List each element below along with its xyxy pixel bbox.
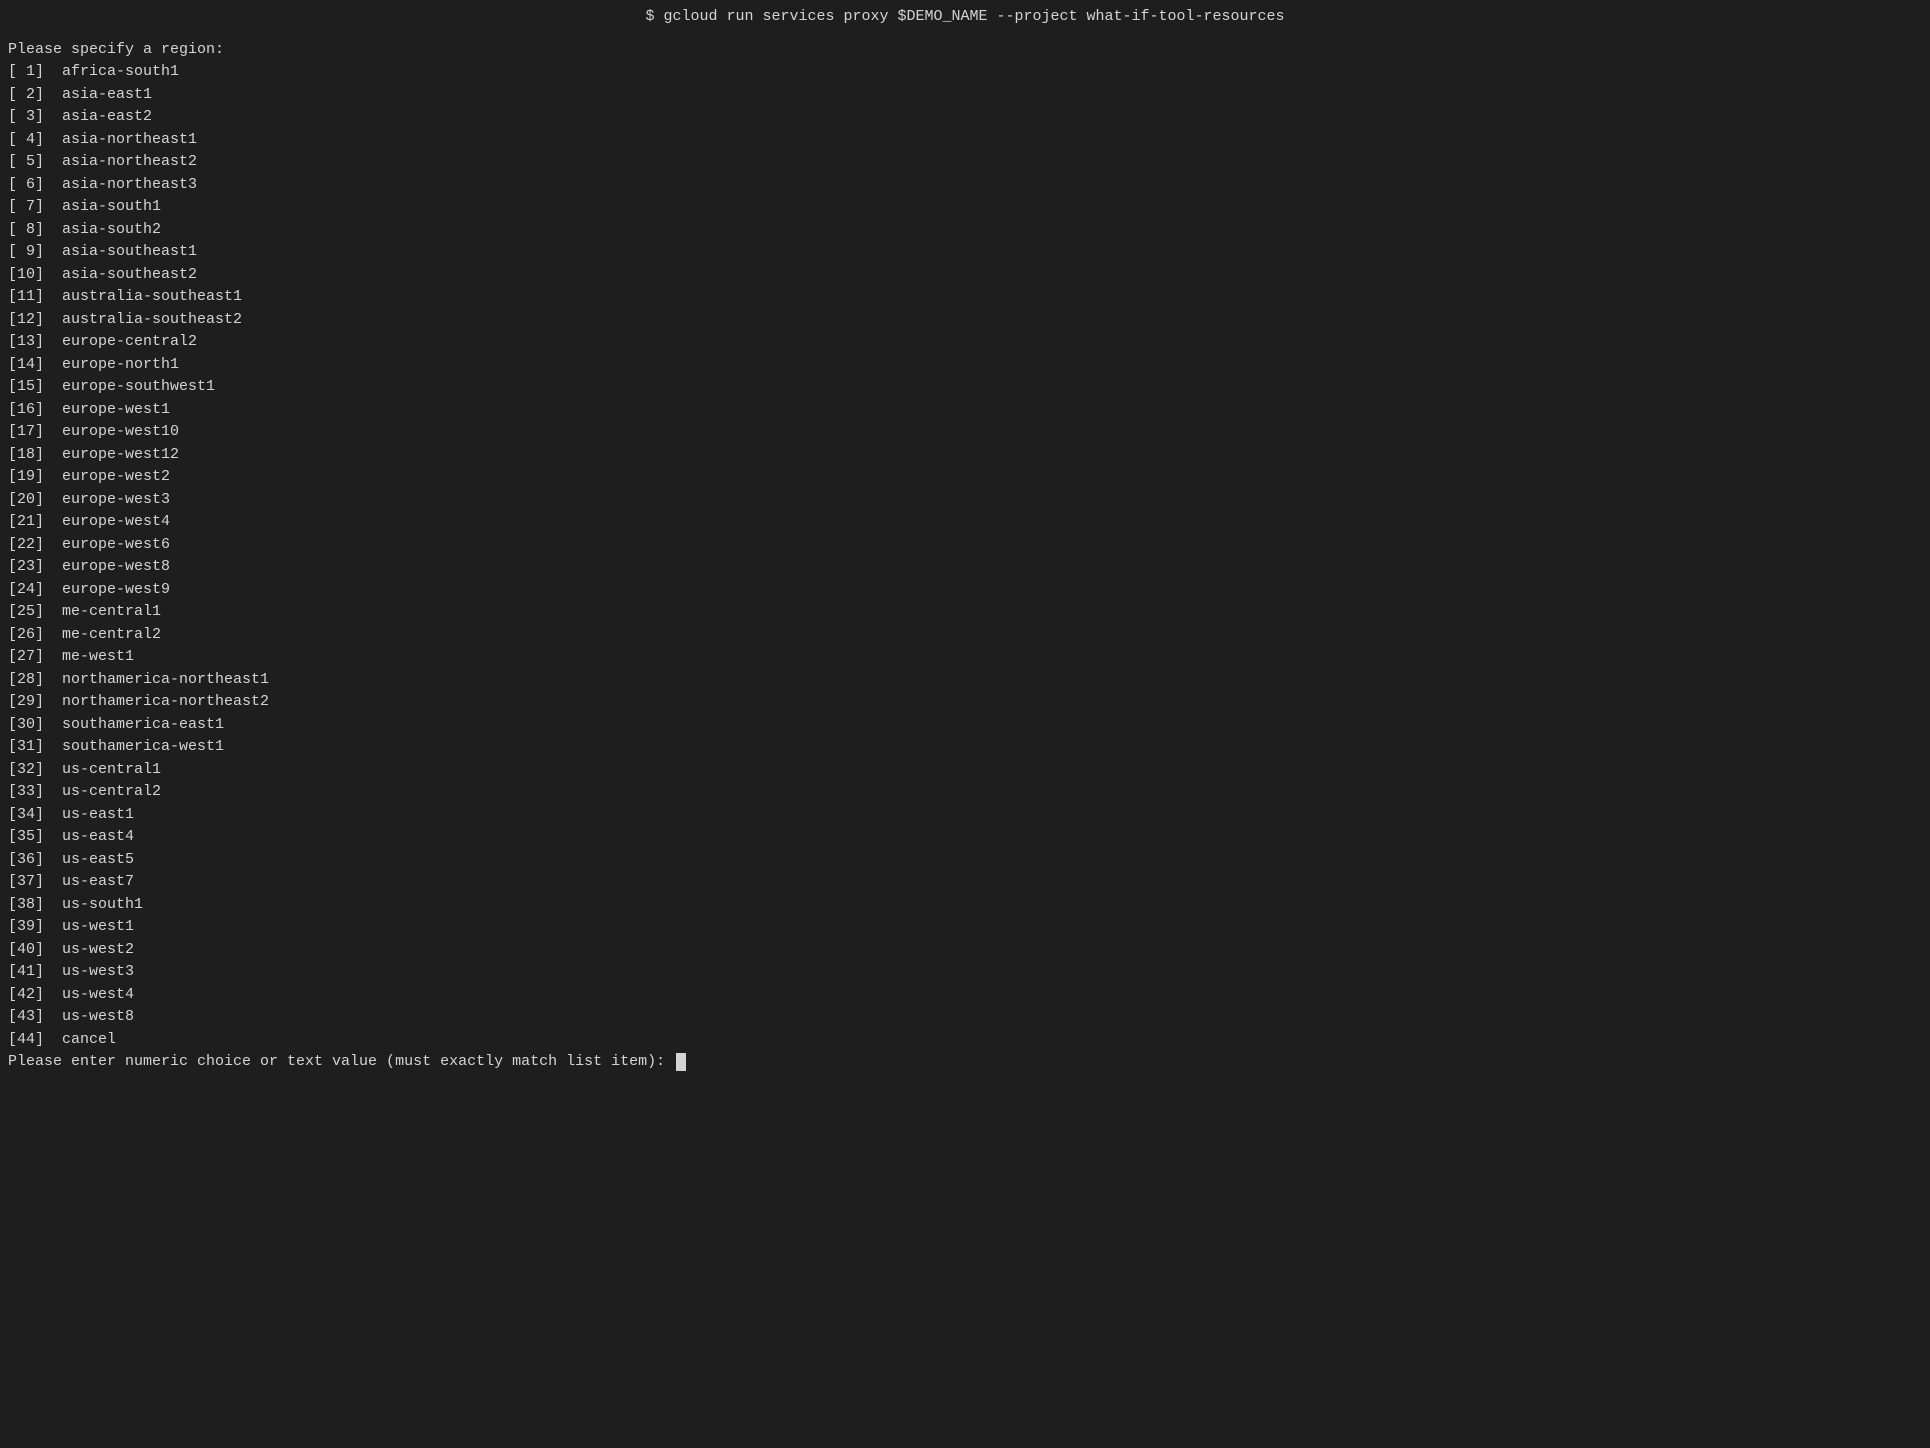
list-item: [ 9] asia-southeast1: [8, 241, 1922, 264]
list-item: [ 3] asia-east2: [8, 106, 1922, 129]
list-item: [32] us-central1: [8, 759, 1922, 782]
input-prompt: Please enter numeric choice or text valu…: [8, 1051, 674, 1074]
list-item: [23] europe-west8: [8, 556, 1922, 579]
input-line[interactable]: Please enter numeric choice or text valu…: [8, 1051, 1922, 1074]
list-item: [ 7] asia-south1: [8, 196, 1922, 219]
regions-list: [ 1] africa-south1[ 2] asia-east1[ 3] as…: [8, 61, 1922, 1051]
terminal-content: Please specify a region: [ 1] africa-sou…: [0, 35, 1930, 1078]
list-item: [ 1] africa-south1: [8, 61, 1922, 84]
list-item: [30] southamerica-east1: [8, 714, 1922, 737]
list-item: [41] us-west3: [8, 961, 1922, 984]
list-item: [44] cancel: [8, 1029, 1922, 1052]
list-item: [35] us-east4: [8, 826, 1922, 849]
list-item: [10] asia-southeast2: [8, 264, 1922, 287]
list-item: [20] europe-west3: [8, 489, 1922, 512]
list-item: [31] southamerica-west1: [8, 736, 1922, 759]
region-prompt: Please specify a region:: [8, 39, 1922, 62]
list-item: [ 6] asia-northeast3: [8, 174, 1922, 197]
list-item: [ 8] asia-south2: [8, 219, 1922, 242]
terminal: $ gcloud run services proxy $DEMO_NAME -…: [0, 4, 1930, 1448]
cursor: [676, 1053, 686, 1071]
list-item: [28] northamerica-northeast1: [8, 669, 1922, 692]
list-item: [ 2] asia-east1: [8, 84, 1922, 107]
list-item: [37] us-east7: [8, 871, 1922, 894]
list-item: [25] me-central1: [8, 601, 1922, 624]
list-item: [13] europe-central2: [8, 331, 1922, 354]
title-bar: $ gcloud run services proxy $DEMO_NAME -…: [0, 4, 1930, 35]
list-item: [36] us-east5: [8, 849, 1922, 872]
list-item: [27] me-west1: [8, 646, 1922, 669]
list-item: [18] europe-west12: [8, 444, 1922, 467]
list-item: [12] australia-southeast2: [8, 309, 1922, 332]
list-item: [39] us-west1: [8, 916, 1922, 939]
list-item: [40] us-west2: [8, 939, 1922, 962]
list-item: [19] europe-west2: [8, 466, 1922, 489]
list-item: [ 4] asia-northeast1: [8, 129, 1922, 152]
list-item: [34] us-east1: [8, 804, 1922, 827]
list-item: [38] us-south1: [8, 894, 1922, 917]
list-item: [43] us-west8: [8, 1006, 1922, 1029]
list-item: [42] us-west4: [8, 984, 1922, 1007]
list-item: [11] australia-southeast1: [8, 286, 1922, 309]
list-item: [26] me-central2: [8, 624, 1922, 647]
list-item: [24] europe-west9: [8, 579, 1922, 602]
list-item: [15] europe-southwest1: [8, 376, 1922, 399]
list-item: [21] europe-west4: [8, 511, 1922, 534]
list-item: [33] us-central2: [8, 781, 1922, 804]
list-item: [22] europe-west6: [8, 534, 1922, 557]
title-command: $ gcloud run services proxy $DEMO_NAME -…: [645, 8, 1284, 25]
list-item: [16] europe-west1: [8, 399, 1922, 422]
list-item: [14] europe-north1: [8, 354, 1922, 377]
list-item: [ 5] asia-northeast2: [8, 151, 1922, 174]
list-item: [17] europe-west10: [8, 421, 1922, 444]
list-item: [29] northamerica-northeast2: [8, 691, 1922, 714]
